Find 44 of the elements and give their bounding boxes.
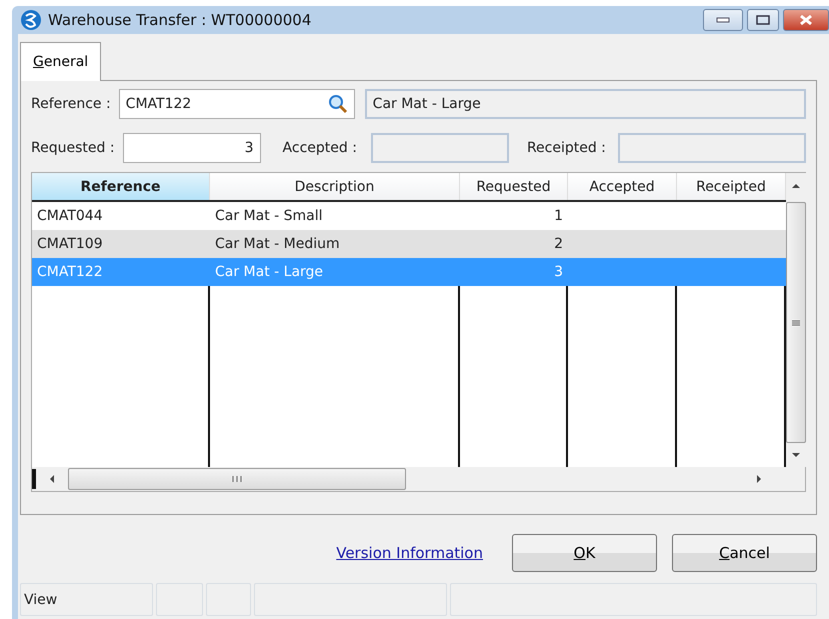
tab[interactable]: General [20,42,102,81]
minimize-icon [716,17,730,23]
column-header[interactable]: Reference [32,173,210,200]
table-cell-text: Car Mat - Small [214,207,324,226]
version-information-link[interactable]: Version Information [336,544,483,562]
maximize-button[interactable] [747,9,779,31]
field-label: Requested : [31,140,115,156]
requested-field[interactable]: 3 [122,133,261,163]
close-button[interactable] [783,9,829,31]
column-header[interactable]: Accepted [568,173,677,200]
field-label: Reference : [31,96,111,112]
cancel-button[interactable]: Cancel [672,534,817,572]
field-label: Accepted : [282,140,357,156]
vertical-scrollbar[interactable] [786,173,806,467]
table-cell-text: 1 [553,207,564,226]
window-title: Warehouse Transfer : WT00000004 [48,11,312,29]
field-label: Receipted : [526,140,606,156]
ok-button[interactable]: OK [512,534,657,572]
column-header[interactable]: Requested [460,173,568,200]
grip-icon [231,475,243,483]
status-pane [206,583,251,616]
close-icon [799,14,813,26]
column-header[interactable]: Description [210,173,460,200]
column-header[interactable]: Receipted [677,173,786,200]
app-logo-icon [20,9,42,31]
status-pane [156,583,203,616]
table-cell-text: 2 [553,235,564,254]
status-pane: View [20,583,153,616]
horizontal-scrollbar[interactable] [32,467,805,491]
table-cell-text: Car Mat - Medium [214,235,341,254]
table-cell-text: CMAT109 [36,235,104,254]
minimize-button[interactable] [703,9,743,31]
table-row[interactable]: CMAT109 Car Mat - Medium 2 [32,230,786,258]
search-icon[interactable] [328,94,348,114]
maximize-icon [756,15,770,25]
receipted-field[interactable] [618,133,806,163]
table-cell-text: CMAT122 [36,263,104,282]
reference-field[interactable]: CMAT122 [118,89,355,119]
accepted-field[interactable] [370,133,509,163]
description-field[interactable]: Car Mat - Large [364,89,806,119]
table-cell-text: CMAT044 [36,207,104,226]
grip-icon [791,320,801,326]
table-cell-text: 3 [553,263,564,282]
table-cell-text: Car Mat - Large [214,263,324,282]
